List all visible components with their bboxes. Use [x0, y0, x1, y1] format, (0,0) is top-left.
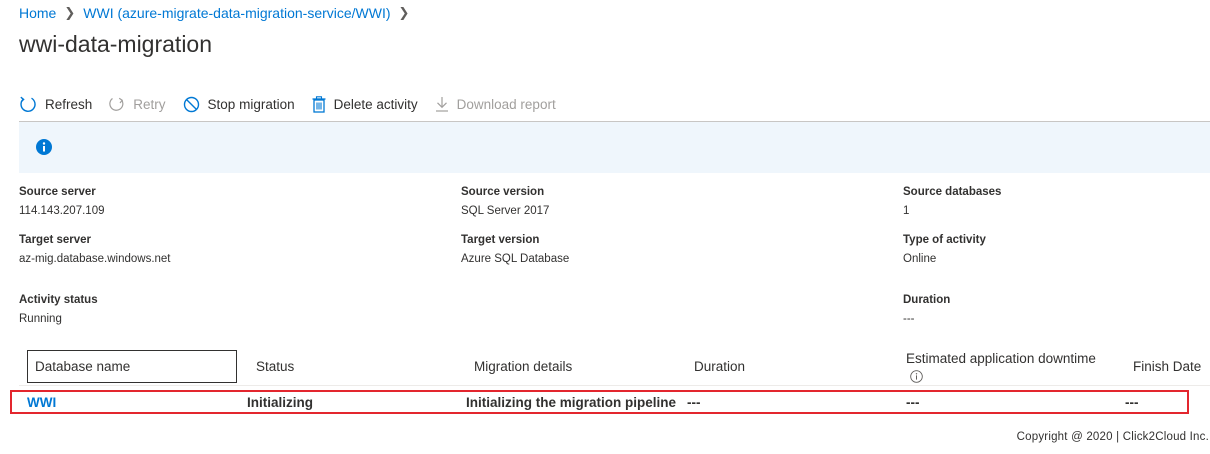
command-toolbar: Refresh Retry Stop migration Delete acti… [19, 92, 573, 116]
target-version-value: Azure SQL Database [461, 253, 570, 265]
duration-label: Duration [903, 294, 951, 306]
info-icon [36, 139, 52, 155]
delete-activity-button[interactable]: Delete activity [312, 95, 418, 113]
chevron-right-icon: ❯ [64, 5, 76, 20]
footer-copyright: Copyright @ 2020 | Click2Cloud Inc. [1016, 431, 1209, 443]
stop-migration-button[interactable]: Stop migration [183, 96, 295, 113]
breadcrumb-home-link[interactable]: Home [19, 5, 56, 21]
source-databases-label: Source databases [903, 186, 1002, 198]
row-estimated-downtime: --- [906, 395, 920, 410]
source-version-value: SQL Server 2017 [461, 205, 550, 217]
column-header-status[interactable]: Status [256, 359, 294, 374]
type-of-activity-value: Online [903, 253, 937, 265]
download-icon [435, 97, 448, 112]
refresh-label: Refresh [45, 96, 93, 112]
target-server-value: az-mig.database.windows.net [19, 253, 171, 265]
info-outline-icon[interactable] [910, 370, 923, 383]
duration-value: --- [903, 313, 915, 325]
row-finish-date: --- [1125, 395, 1139, 410]
breadcrumb: Home ❯ WWI (azure-migrate-data-migration… [19, 5, 417, 21]
column-header-migration-details[interactable]: Migration details [474, 359, 572, 374]
activity-status-label: Activity status [19, 294, 98, 306]
retry-label: Retry [133, 96, 166, 112]
refresh-button[interactable]: Refresh [19, 95, 92, 113]
source-databases-value: 1 [903, 205, 910, 217]
stop-migration-label: Stop migration [207, 96, 295, 112]
row-migration-details: Initializing the migration pipeline [466, 395, 677, 410]
stop-icon [183, 96, 199, 112]
target-server-label: Target server [19, 234, 92, 246]
source-server-label: Source server [19, 186, 96, 198]
table-divider [19, 385, 1210, 386]
retry-button[interactable]: Retry [109, 96, 166, 112]
column-header-finish-date[interactable]: Finish Date [1133, 359, 1201, 374]
retry-icon [109, 97, 124, 111]
target-version-label: Target version [461, 234, 540, 246]
breadcrumb-service-link[interactable]: WWI (azure-migrate-data-migration-servic… [83, 5, 390, 21]
refresh-icon [20, 96, 36, 112]
source-version-label: Source version [461, 186, 545, 198]
activity-status-value: Running [19, 313, 62, 325]
column-header-duration[interactable]: Duration [694, 359, 745, 374]
download-report-button[interactable]: Download report [435, 96, 556, 112]
column-header-database-name[interactable]: Database name [35, 359, 130, 374]
trash-icon [312, 95, 326, 113]
delete-activity-label: Delete activity [333, 96, 418, 112]
database-name-link[interactable]: WWI [27, 395, 56, 410]
info-banner [19, 121, 1210, 173]
source-server-value: 114.143.207.109 [19, 205, 105, 217]
download-report-label: Download report [456, 96, 556, 112]
row-status: Initializing [247, 395, 313, 410]
chevron-right-icon: ❯ [398, 5, 410, 20]
type-of-activity-label: Type of activity [903, 234, 986, 246]
page-title: wwi-data-migration [19, 31, 213, 57]
row-duration: --- [687, 395, 701, 410]
column-header-estimated-downtime[interactable]: Estimated application downtime [906, 351, 1096, 366]
